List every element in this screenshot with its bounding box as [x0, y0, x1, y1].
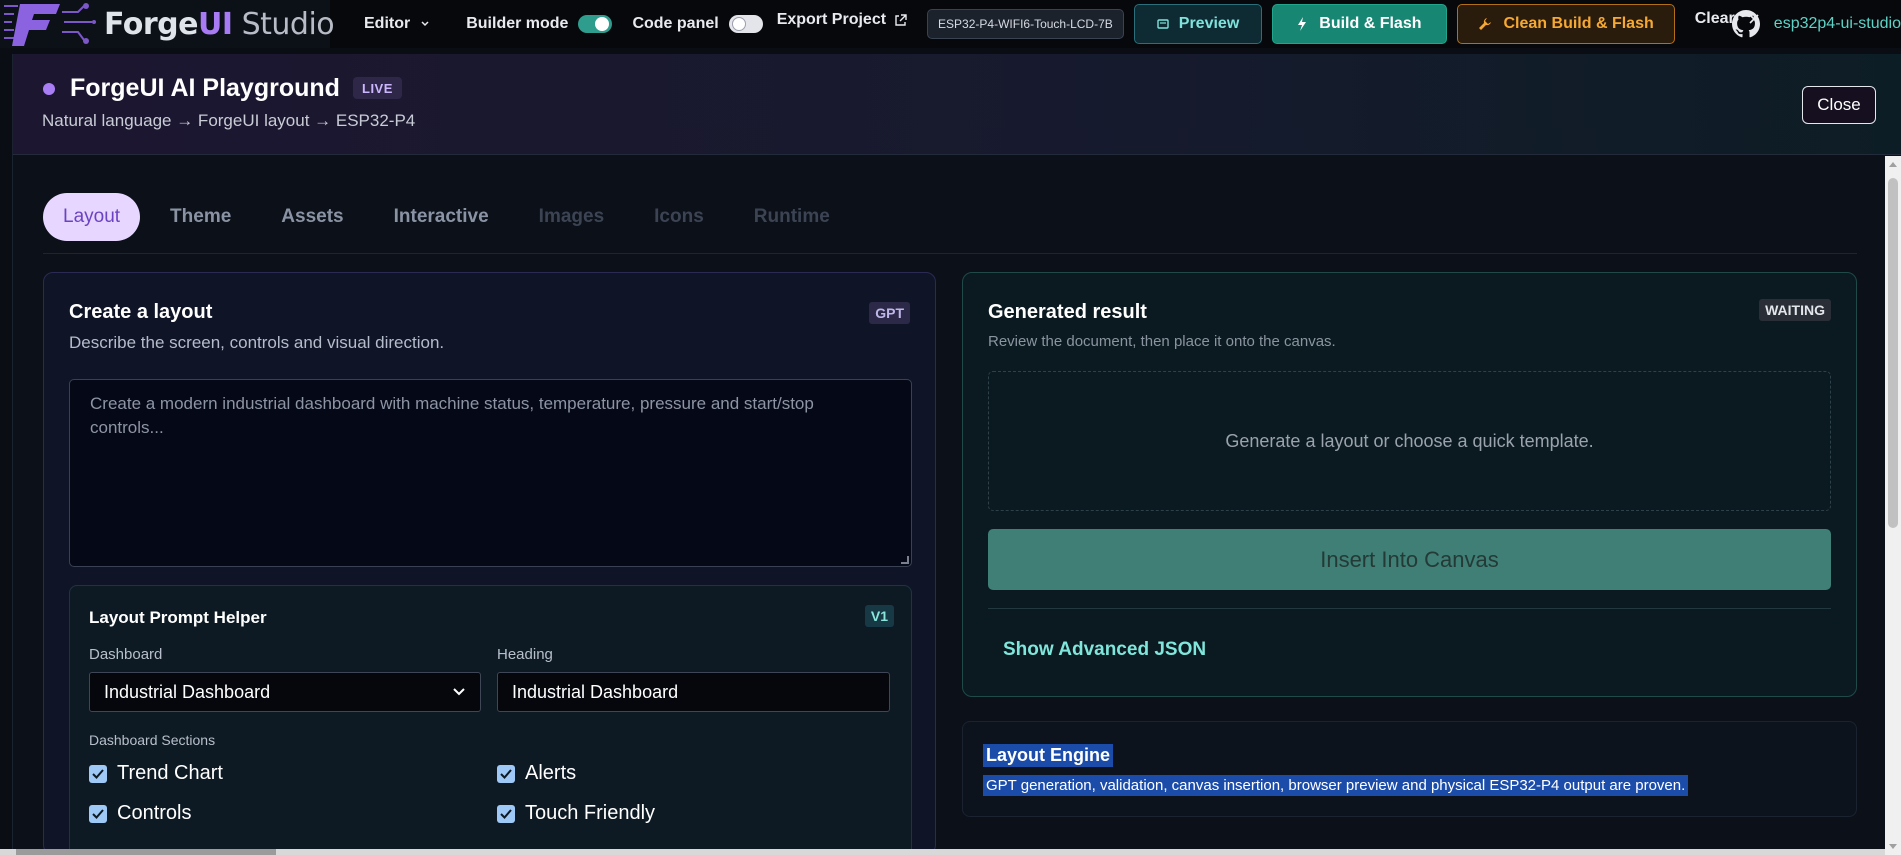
generated-result-desc: Review the document, then place it onto … — [988, 333, 1336, 350]
layout-engine-note: Layout Engine GPT generation, validation… — [962, 721, 1857, 817]
create-layout-desc: Describe the screen, controls and visual… — [69, 333, 445, 352]
forge-logo-icon — [4, 0, 96, 48]
check-icon — [89, 764, 107, 783]
touch-friendly-checkbox[interactable]: Touch Friendly — [497, 802, 655, 825]
waiting-badge: WAITING — [1759, 299, 1831, 321]
helper-title: Layout Prompt Helper — [89, 608, 267, 627]
code-panel-switch[interactable] — [728, 15, 763, 33]
prompt-placeholder: Create a modern industrial dashboard wit… — [90, 394, 814, 437]
layout-prompt-helper: Layout Prompt Helper V1 Dashboard Headin… — [69, 585, 912, 854]
generated-result-title: Generated result — [988, 301, 1147, 323]
check-icon — [497, 804, 515, 823]
check-icon — [497, 764, 515, 783]
tab-layout[interactable]: Layout — [43, 193, 141, 241]
check-icon — [89, 804, 107, 823]
modal-subtitle: Natural language → ForgeUI layout → ESP3… — [42, 111, 416, 130]
result-placeholder: Generate a layout or choose a quick temp… — [988, 371, 1831, 511]
horizontal-scroll-thumb[interactable] — [16, 849, 276, 855]
dashboard-select[interactable]: Industrial Dashboard — [89, 672, 481, 712]
tab-images[interactable]: Images — [519, 193, 624, 241]
close-button[interactable]: Close — [1802, 86, 1876, 124]
build-flash-button[interactable]: Build & Flash — [1272, 4, 1447, 44]
controls-checkbox[interactable]: Controls — [89, 802, 191, 825]
chevron-down-icon — [453, 688, 465, 696]
logo[interactable]: ForgeUI Studio — [0, 0, 335, 48]
export-project-link[interactable]: Export Project — [777, 11, 907, 29]
builder-mode-switch[interactable] — [578, 15, 613, 33]
brand-name: ForgeUI Studio — [104, 6, 335, 42]
heading-input[interactable]: Industrial Dashboard — [497, 672, 890, 712]
code-panel-toggle[interactable]: Code panel — [632, 15, 763, 33]
resize-handle[interactable] — [901, 556, 909, 564]
tab-bar: Layout Theme Assets Interactive Images I… — [43, 181, 1857, 254]
clean-build-flash-button[interactable]: Clean Build & Flash — [1456, 4, 1675, 44]
external-link-icon — [895, 13, 907, 26]
github-icon — [1731, 10, 1760, 38]
heading-label: Heading — [497, 646, 553, 663]
show-advanced-json-button[interactable]: Show Advanced JSON — [1003, 639, 1206, 661]
status-dot — [43, 83, 55, 95]
github-link[interactable]: esp32p4-ui-studio — [1731, 0, 1901, 48]
layout-engine-desc: GPT generation, validation, canvas inser… — [983, 775, 1689, 796]
editor-menu[interactable]: Editor — [364, 15, 430, 33]
modal-title: ForgeUI AI Playground — [70, 74, 340, 102]
alerts-checkbox[interactable]: Alerts — [497, 762, 576, 785]
tab-assets[interactable]: Assets — [261, 193, 363, 241]
modal-header: ForgeUI AI Playground LIVE Natural langu… — [13, 54, 1901, 155]
preview-button[interactable]: Preview — [1133, 4, 1263, 44]
gpt-badge: GPT — [869, 302, 910, 324]
lightning-icon — [1298, 17, 1307, 31]
insert-into-canvas-button[interactable]: Insert Into Canvas — [988, 529, 1831, 590]
version-badge: V1 — [864, 605, 894, 627]
create-layout-title: Create a layout — [69, 301, 213, 323]
preview-icon — [1157, 19, 1169, 29]
tab-icons[interactable]: Icons — [634, 193, 724, 241]
divider — [988, 608, 1831, 609]
dashboard-label: Dashboard — [89, 646, 163, 663]
chevron-down-icon — [421, 21, 429, 27]
vertical-scrollbar[interactable] — [1885, 156, 1901, 855]
trend-chart-checkbox[interactable]: Trend Chart — [89, 762, 223, 785]
scroll-thumb[interactable] — [1888, 178, 1898, 528]
top-bar: ForgeUI Studio Editor Builder mode Code … — [0, 0, 1901, 48]
live-badge: LIVE — [353, 77, 402, 99]
prompt-textarea[interactable]: Create a modern industrial dashboard wit… — [69, 379, 912, 567]
tab-interactive[interactable]: Interactive — [374, 193, 509, 241]
ai-playground-modal: ForgeUI AI Playground LIVE Natural langu… — [12, 54, 1901, 855]
tab-theme[interactable]: Theme — [150, 193, 251, 241]
generated-result-card: Generated result WAITING Review the docu… — [962, 272, 1857, 697]
device-selector[interactable]: ESP32-P4-WIFI6-Touch-LCD-7B — [927, 9, 1124, 39]
scroll-down-icon[interactable] — [1889, 844, 1897, 849]
layout-engine-title: Layout Engine — [983, 744, 1114, 767]
create-layout-card: Create a layout GPT Describe the screen,… — [43, 272, 936, 855]
builder-mode-toggle[interactable]: Builder mode — [466, 15, 613, 33]
horizontal-scrollbar[interactable] — [0, 849, 1885, 855]
tab-runtime[interactable]: Runtime — [734, 193, 850, 241]
scroll-up-icon[interactable] — [1889, 162, 1897, 167]
sections-label: Dashboard Sections — [89, 732, 216, 748]
wrench-icon — [1478, 18, 1491, 30]
